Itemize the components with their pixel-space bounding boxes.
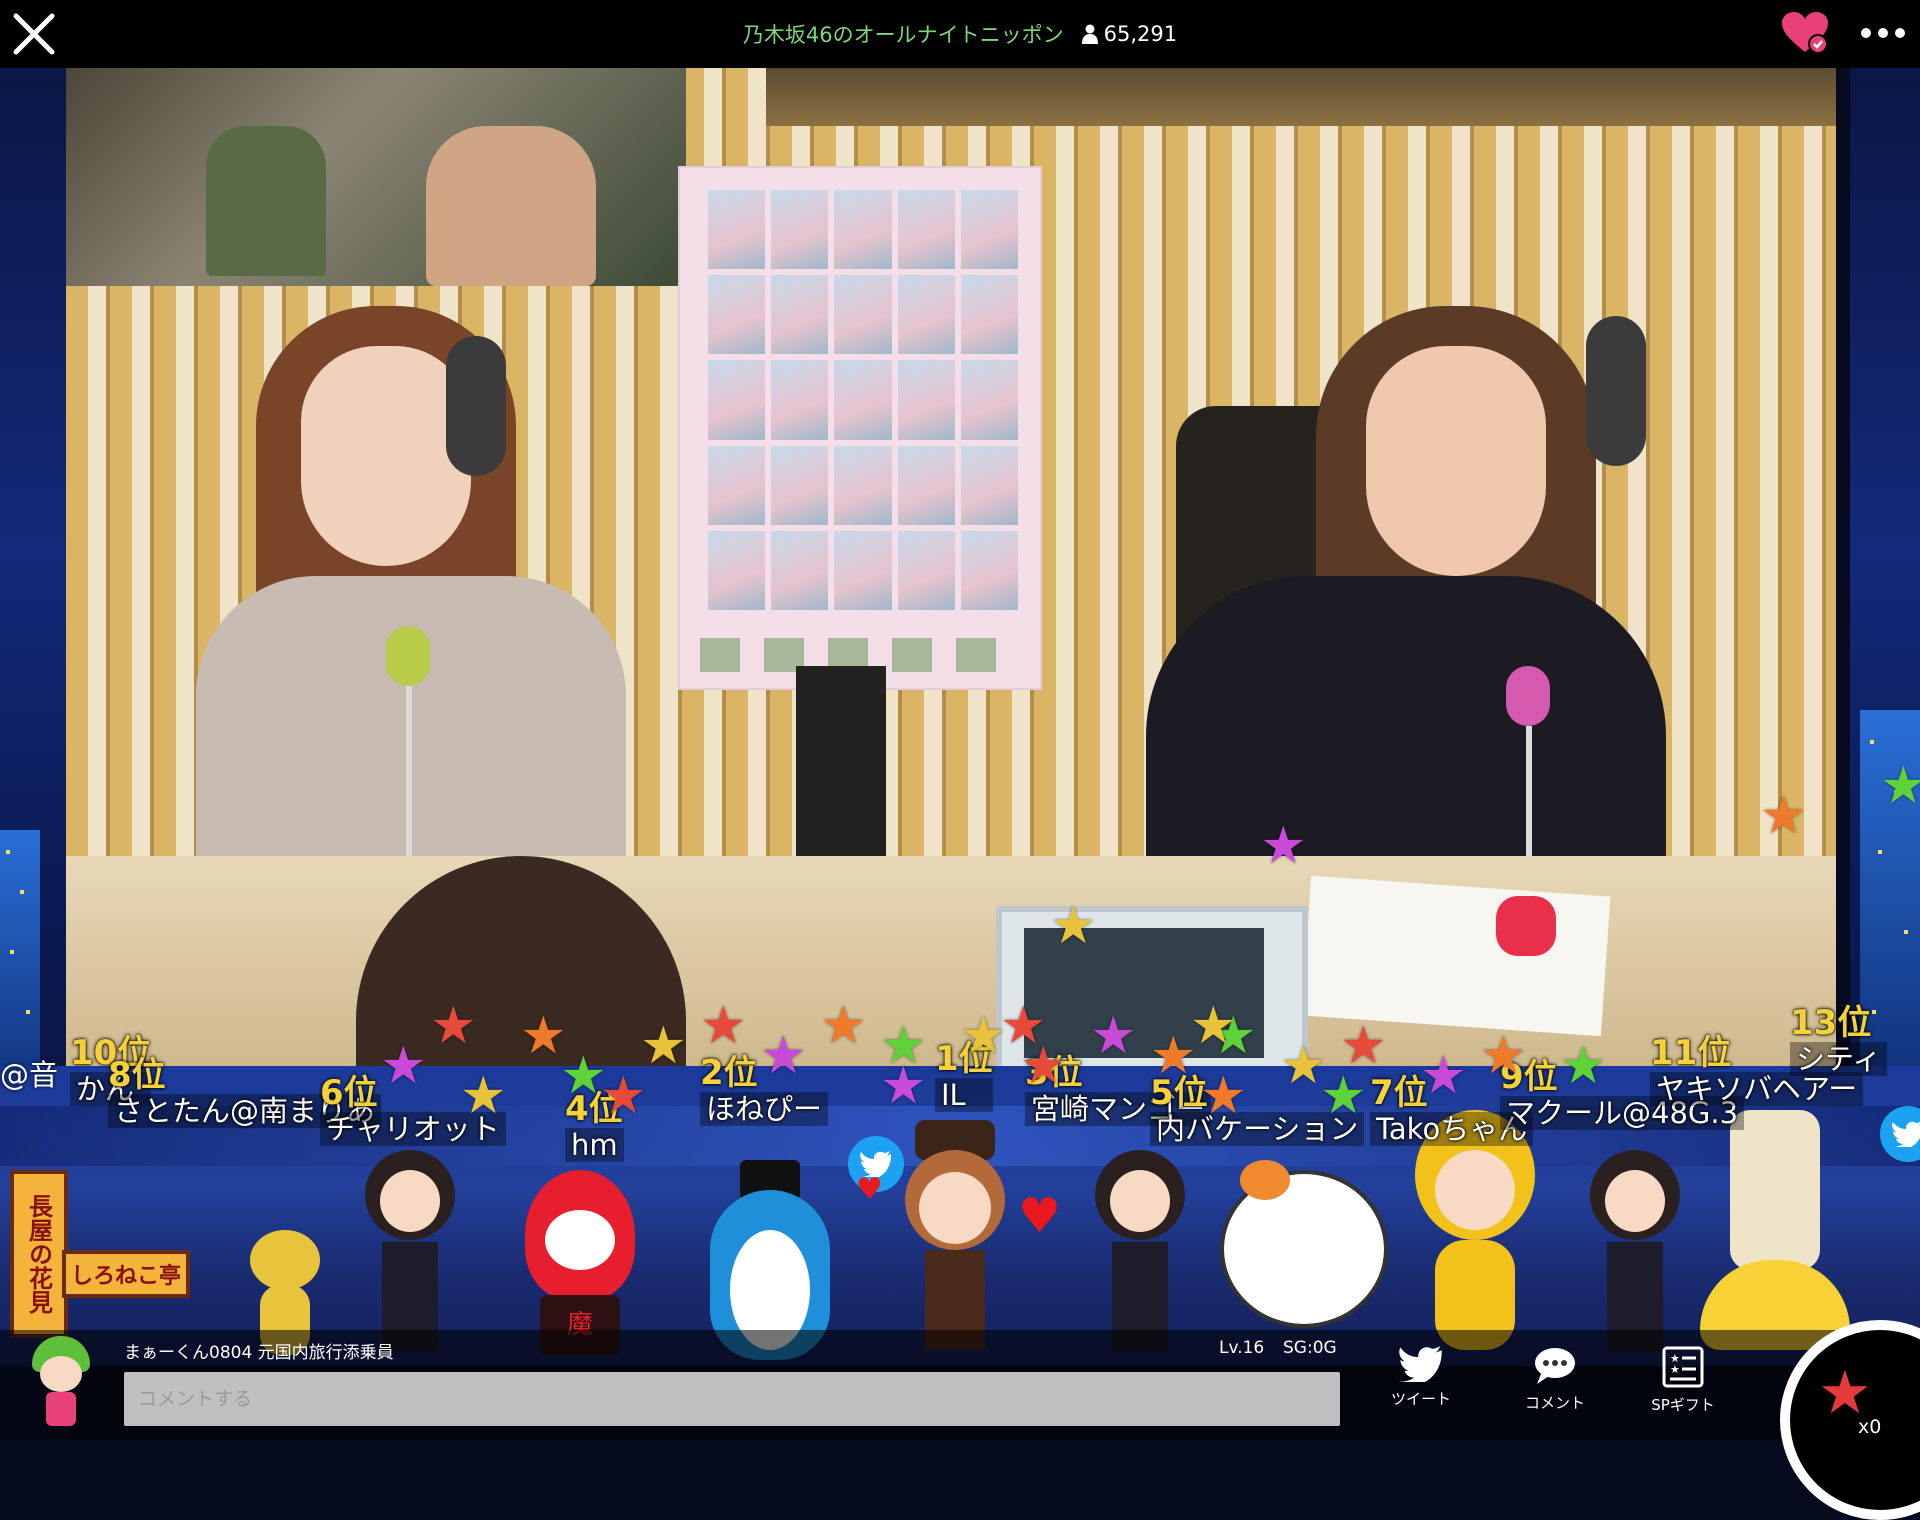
microphone bbox=[386, 626, 430, 686]
shiraneko-sign: しろねこ亭 bbox=[62, 1250, 190, 1298]
user-level: Lv.16 bbox=[1219, 1338, 1265, 1358]
gift-list-icon: ★ ★ bbox=[1662, 1346, 1704, 1388]
star-effect-icon: ★ bbox=[1340, 1016, 1387, 1076]
star-effect-icon: ★ bbox=[1260, 816, 1307, 876]
user-name: まぁーくん0804 元国内旅行添乗員 bbox=[124, 1343, 394, 1363]
microphone bbox=[1496, 896, 1556, 956]
heart-icon: ♥ bbox=[1018, 1188, 1062, 1244]
star-effect-icon: ★ bbox=[1880, 756, 1920, 816]
rank-entry: 13位 シティ bbox=[1790, 1003, 1888, 1076]
person-icon bbox=[1081, 24, 1098, 44]
viewer-count-value: 65,291 bbox=[1103, 22, 1178, 46]
star-effect-icon: ★ bbox=[820, 996, 867, 1056]
heart-icon: ♥ bbox=[856, 1172, 883, 1207]
nagaya-sign: 長屋の花見 bbox=[10, 1170, 68, 1338]
star-effect-icon: ★ bbox=[460, 1066, 507, 1126]
girl-avatar[interactable] bbox=[360, 1150, 460, 1360]
star-count: x0 bbox=[1858, 1416, 1882, 1438]
viewer-count: 65,291 bbox=[1081, 22, 1178, 46]
star-effect-icon: ★ bbox=[1050, 896, 1097, 956]
title-area: 乃木坂46のオールナイトニッポン 65,291 bbox=[0, 0, 1920, 68]
tweet-button[interactable]: ツイート bbox=[1376, 1346, 1466, 1436]
star-effect-icon: ★ bbox=[880, 1056, 927, 1116]
rank-name: ヤキソバヘアー bbox=[1650, 1072, 1864, 1106]
star-effect-icon: ★ bbox=[1320, 1066, 1367, 1126]
duck-avatar[interactable] bbox=[1415, 1110, 1535, 1360]
user-avatar[interactable] bbox=[28, 1336, 94, 1426]
star-effect-icon: ★ bbox=[430, 996, 477, 1056]
star-effect-icon: ★ bbox=[600, 1066, 647, 1126]
star-effect-icon: ★ bbox=[1480, 1026, 1527, 1086]
rank-name: hm bbox=[565, 1128, 624, 1162]
speech-bubble-icon bbox=[1535, 1348, 1575, 1384]
omelet-avatar[interactable] bbox=[1700, 1110, 1850, 1360]
rank-name: シティ bbox=[1790, 1042, 1888, 1076]
user-sg: SG:0G bbox=[1283, 1338, 1337, 1358]
tweet-label: ツイート bbox=[1390, 1390, 1451, 1408]
girl-avatar[interactable] bbox=[1585, 1150, 1685, 1360]
comment-input[interactable] bbox=[124, 1372, 1340, 1426]
broadcast-title: 乃木坂46のオールナイトニッポン bbox=[742, 23, 1064, 47]
more-button[interactable] bbox=[1858, 18, 1908, 48]
star-effect-icon: ★ bbox=[1420, 1046, 1467, 1106]
comment-label: コメント bbox=[1524, 1394, 1585, 1412]
sp-gift-button[interactable]: ★ ★ SPギフト bbox=[1638, 1346, 1728, 1436]
star-effect-icon: ★ bbox=[1000, 996, 1047, 1056]
poster bbox=[678, 166, 1042, 690]
girl-avatar[interactable] bbox=[1090, 1150, 1190, 1360]
mention-text: @音 bbox=[0, 1058, 59, 1092]
star-effect-icon: ★ bbox=[1200, 1066, 1247, 1126]
twitter-icon bbox=[1399, 1346, 1442, 1382]
video-player[interactable] bbox=[66, 66, 1836, 1066]
star-effect-icon: ★ bbox=[760, 1026, 807, 1086]
star-effect-icon: ★ bbox=[1090, 1006, 1137, 1066]
more-icon bbox=[1861, 28, 1905, 38]
svg-text:★: ★ bbox=[1670, 1363, 1680, 1376]
star-effect-icon: ★ bbox=[380, 1036, 427, 1096]
star-effect-icon: ★ bbox=[1760, 786, 1807, 846]
star-effect-icon: ★ bbox=[1190, 996, 1237, 1056]
host-left bbox=[186, 276, 626, 936]
star-effect-icon: ★ bbox=[640, 1016, 687, 1076]
comment-button[interactable]: コメント bbox=[1510, 1346, 1600, 1436]
rank-position: 13位 bbox=[1790, 1003, 1872, 1043]
rank-name: ほねぴー bbox=[700, 1092, 829, 1126]
boy-avatar[interactable] bbox=[895, 1120, 1015, 1360]
photo-board bbox=[66, 66, 686, 286]
rank-name: IL bbox=[935, 1078, 993, 1112]
star-effect-icon: ★ bbox=[700, 996, 747, 1056]
star-effect-icon: ★ bbox=[1560, 1036, 1607, 1096]
sp-gift-label: SPギフト bbox=[1651, 1396, 1715, 1414]
top-bar: 乃木坂46のオールナイトニッポン 65,291 bbox=[0, 0, 1920, 68]
heart-check-icon bbox=[1782, 12, 1828, 54]
favorite-button[interactable] bbox=[1780, 10, 1830, 56]
microphone bbox=[1506, 666, 1550, 726]
